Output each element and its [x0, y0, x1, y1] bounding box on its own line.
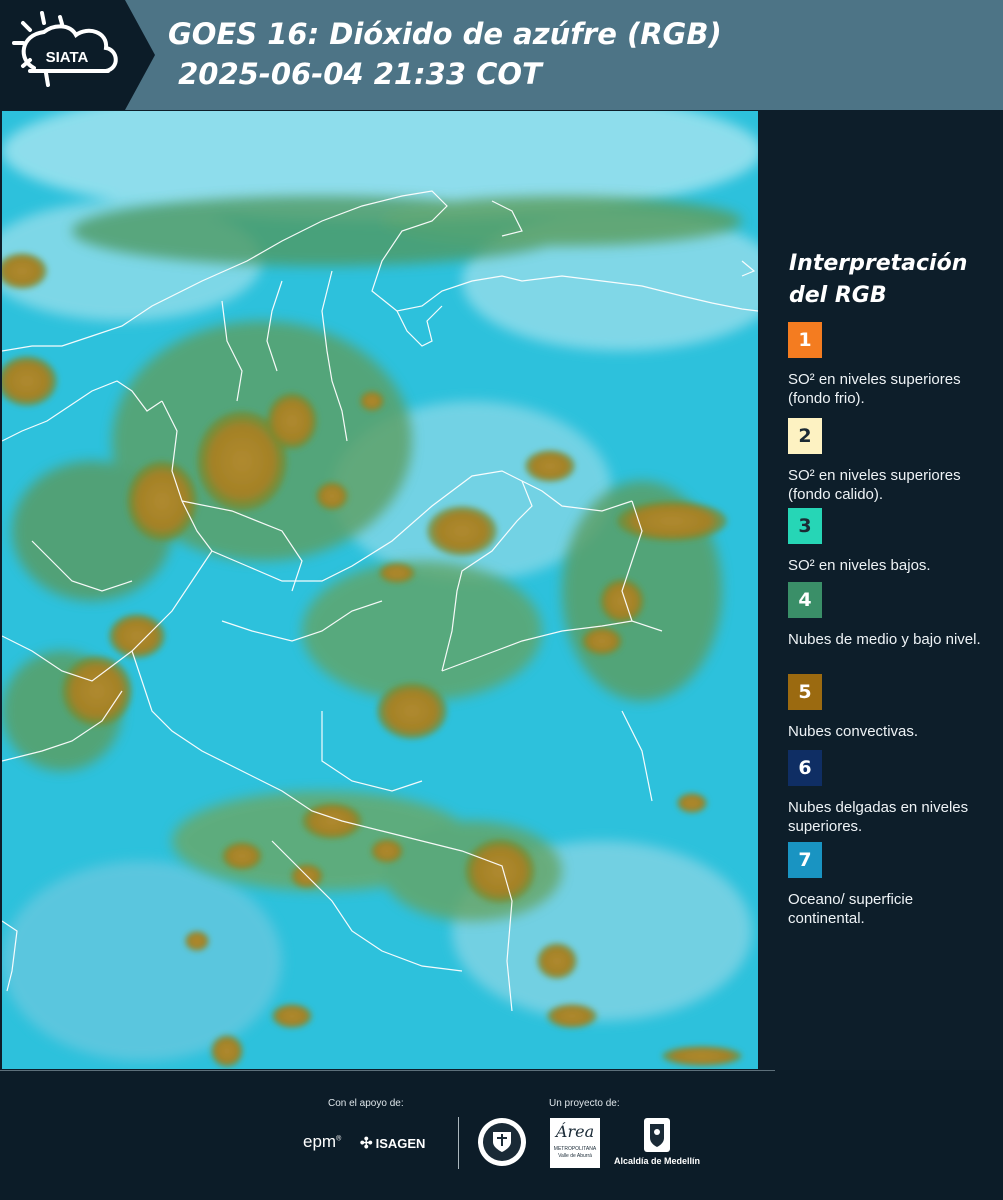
legend-label: Nubes de medio y bajo nivel. [788, 631, 981, 648]
alcaldia-label: Alcaldía de Medellín [613, 1156, 701, 1166]
legend-swatch: 2 [788, 418, 822, 454]
area-metropolitana-logo[interactable]: Área METROPOLITANA Valle de Aburrá [550, 1118, 600, 1168]
siata-logo-text: SIATA [46, 49, 89, 66]
legend-title: Interpretación del RGB [789, 251, 968, 308]
goes16-so2-rgb-image [2, 111, 758, 1069]
legend-swatch: 1 [788, 322, 822, 358]
support-label: Con el apoyo de: [328, 1098, 404, 1109]
header-bar: SIATA GOES 16: Dióxido de azúfre (RGB) 2… [0, 0, 1003, 110]
satellite-map[interactable] [2, 111, 758, 1069]
area-logo-subtitle: METROPOLITANA Valle de Aburrá [553, 1146, 597, 1159]
footer: Con el apoyo de: Un proyecto de: epm® ✣ … [0, 1070, 1003, 1200]
legend-number: 5 [798, 681, 812, 703]
legend-number: 2 [798, 425, 812, 447]
legend-item-5: 5 Nubes convectivas. [788, 674, 988, 741]
medellin-seal[interactable] [478, 1118, 526, 1166]
legend-swatch: 4 [788, 582, 822, 618]
legend-item-1: 1 SO² en niveles superiores (fondo frio)… [788, 322, 988, 408]
area-logo-text: Área [555, 1122, 595, 1141]
legend-label: Nubes convectivas. [788, 723, 919, 740]
page-title: GOES 16: Dióxido de azúfre (RGB) 2025-06… [168, 17, 722, 91]
legend-label: SO² en niveles superiores (fondo frio). [788, 371, 961, 407]
isagen-logo[interactable]: ✣ ISAGEN [360, 1134, 425, 1152]
legend-swatch: 6 [788, 750, 822, 786]
coat-of-arms-icon [493, 1132, 511, 1152]
legend-swatch: 7 [788, 842, 822, 878]
legend-item-6: 6 Nubes delgadas en niveles superiores. [788, 750, 988, 836]
legend-number: 7 [798, 849, 812, 871]
legend-number: 1 [798, 329, 812, 351]
legend-number: 6 [798, 757, 812, 779]
footer-separator [458, 1117, 459, 1169]
legend-item-7: 7 Oceano/ superficie continental. [788, 842, 988, 928]
legend-swatch: 5 [788, 674, 822, 710]
isagen-logo-text: ISAGEN [375, 1135, 426, 1151]
legend-number: 4 [798, 589, 812, 611]
footer-divider [0, 1070, 775, 1071]
isagen-symbol-icon: ✣ [360, 1135, 373, 1152]
legend-swatch: 3 [788, 508, 822, 544]
siata-logo[interactable]: SIATA [0, 0, 155, 110]
legend-label: Oceano/ superficie continental. [788, 891, 914, 927]
legend-label: Nubes delgadas en niveles superiores. [788, 799, 969, 835]
epm-logo[interactable]: epm® [303, 1132, 341, 1152]
legend-number: 3 [798, 515, 812, 537]
epm-logo-text: epm [303, 1132, 337, 1151]
legend-label: SO² en niveles superiores (fondo calido)… [788, 467, 961, 503]
alcaldia-shield-icon [650, 1124, 664, 1147]
project-label: Un proyecto de: [549, 1098, 620, 1109]
legend-item-2: 2 SO² en niveles superiores (fondo calid… [788, 418, 988, 504]
legend-item-3: 3 SO² en niveles bajos. [788, 508, 988, 575]
legend-label: SO² en niveles bajos. [788, 557, 931, 574]
legend-item-4: 4 Nubes de medio y bajo nivel. [788, 582, 988, 649]
siata-sun-icon: SIATA [12, 11, 118, 87]
alcaldia-logo[interactable]: Alcaldía de Medellín [612, 1118, 702, 1166]
